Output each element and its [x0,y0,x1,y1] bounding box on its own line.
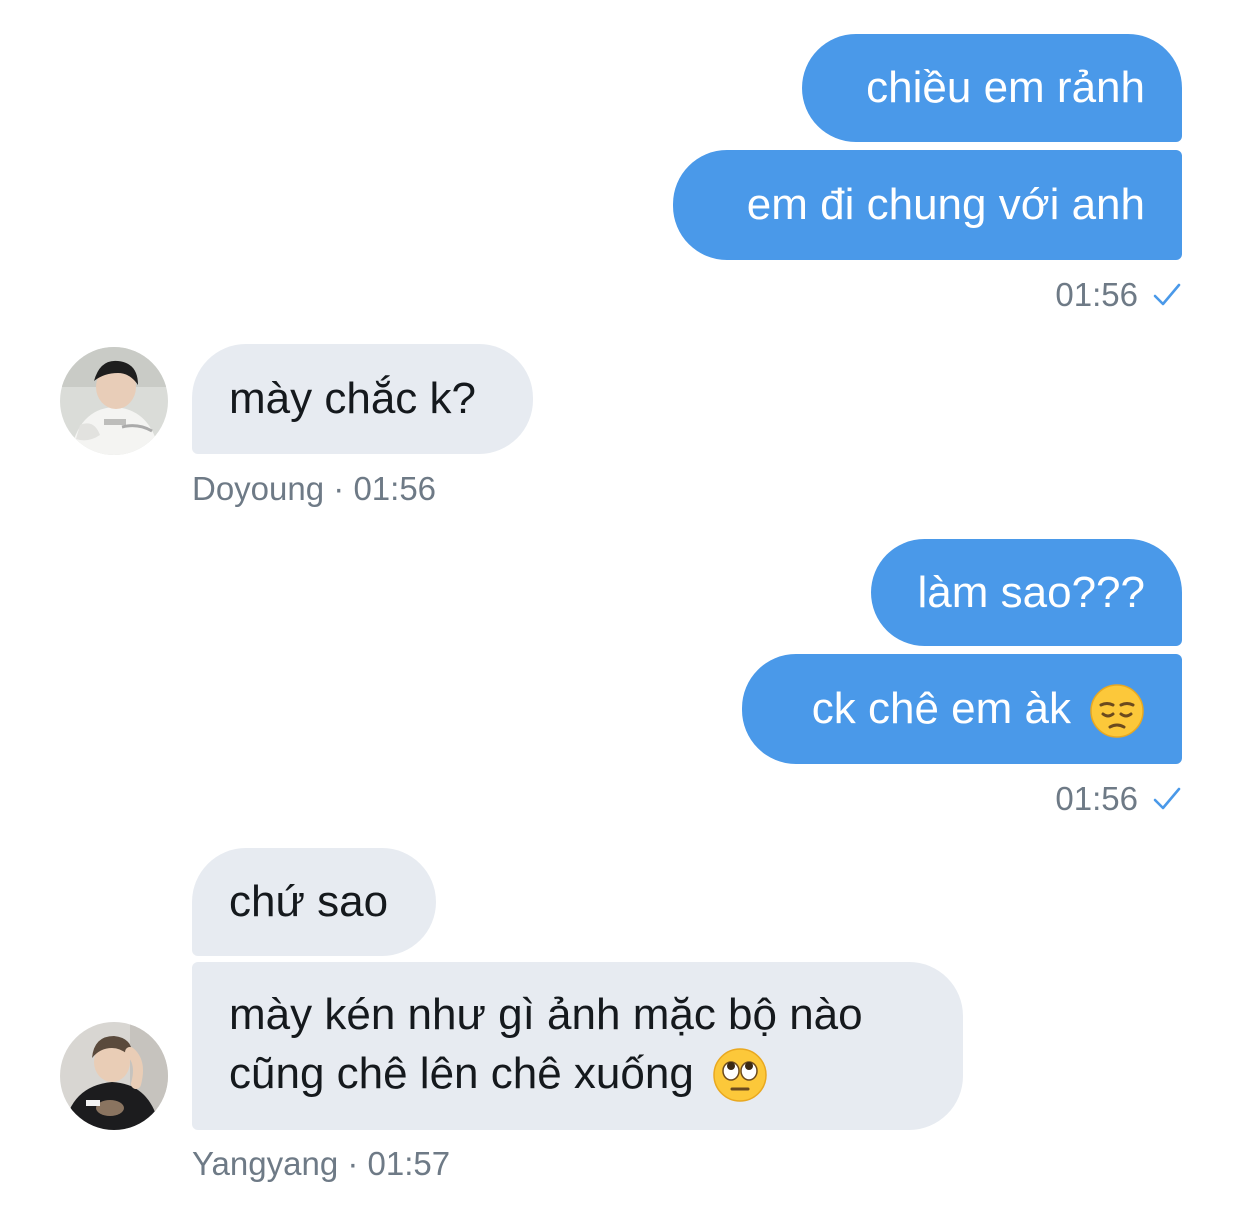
read-check-icon [1153,787,1181,810]
message-meta: Doyoung · 01:56 [192,470,436,508]
incoming-message-bubble[interactable]: chứ sao [192,848,436,956]
message-time: 01:56 [1055,780,1138,817]
message-text: em đi chung với anh [746,180,1145,229]
outgoing-message-bubble[interactable]: em đi chung với anh [673,150,1182,260]
outgoing-message-bubble[interactable]: ck chê em àk [742,654,1182,764]
message-text-line: cũng chê lên chê xuống [229,1044,926,1103]
message-time: 01:56 [1055,276,1138,313]
eye-roll-face-icon [712,1044,768,1103]
message-text: mày chắc k? [229,374,476,423]
doyoung-avatar[interactable] [60,347,168,455]
message-text: cũng chê lên chê xuống [229,1048,694,1098]
meta-separator: · [347,1145,359,1182]
message-text: chứ sao [229,877,389,926]
pensive-face-icon [1089,679,1145,738]
sender-name[interactable]: Yangyang [192,1145,338,1182]
message-text: chiều em rảnh [866,63,1145,112]
message-text-line: mày kén như gì ảnh mặc bộ nào [229,990,863,1039]
read-check-icon [1153,283,1181,306]
message-time: 01:56 [353,470,437,507]
incoming-message-bubble[interactable]: mày kén như gì ảnh mặc bộ nào cũng chê l… [192,962,963,1130]
outgoing-message-bubble[interactable]: chiều em rảnh [802,34,1182,142]
yangyang-avatar[interactable] [60,1022,168,1130]
meta-separator: · [333,470,345,507]
message-text: ck chê em àk [811,684,1071,733]
sender-name[interactable]: Doyoung [192,470,324,507]
outgoing-message-bubble[interactable]: làm sao??? [871,539,1182,646]
message-time: 01:57 [367,1145,451,1182]
incoming-message-bubble[interactable]: mày chắc k? [192,344,533,454]
message-meta: 01:56 [1055,780,1182,818]
message-meta: Yangyang · 01:57 [192,1145,450,1183]
message-meta: 01:56 [1055,276,1182,314]
message-text: làm sao??? [917,567,1145,617]
